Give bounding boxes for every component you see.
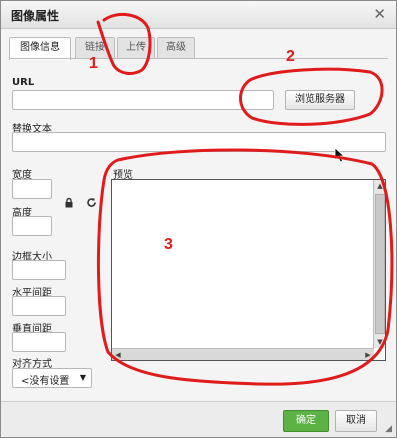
vspace-input[interactable]	[12, 332, 66, 352]
scroll-up-icon[interactable]: ▲	[375, 181, 385, 191]
scroll-left-icon[interactable]: ◀	[113, 350, 123, 360]
scroll-right-icon[interactable]: ▶	[363, 350, 373, 360]
lock-icon[interactable]	[64, 193, 74, 212]
dialog-footer: 确定 取消 ◢	[1, 401, 396, 437]
close-icon[interactable]: ✕	[373, 5, 386, 23]
resize-handle-icon[interactable]: ◢	[385, 424, 392, 434]
reset-size-icon[interactable]	[86, 193, 97, 212]
preview-vertical-scrollbar[interactable]: ▲ ▼	[373, 180, 385, 348]
alt-text-input[interactable]	[12, 132, 386, 152]
height-input[interactable]	[12, 216, 52, 236]
dialog-titlebar[interactable]: 图像属性 ✕	[1, 1, 396, 29]
border-size-input[interactable]	[12, 260, 66, 280]
tab-divider	[9, 58, 388, 59]
annotation-number-2: 2	[286, 48, 295, 65]
dialog-title: 图像属性	[11, 9, 60, 23]
image-properties-dialog: 图像属性 ✕ 图像信息 链接 上传 高级 URL 浏览服务器 替换文本 宽度 高…	[0, 0, 397, 438]
url-label: URL	[12, 77, 35, 88]
align-selected-value: <没有设置	[21, 376, 70, 387]
tab-image-info[interactable]: 图像信息	[9, 37, 71, 60]
hspace-input[interactable]	[12, 296, 66, 316]
mouse-cursor-icon	[334, 147, 346, 167]
preview-horizontal-scrollbar[interactable]: ◀ ▶	[112, 348, 374, 360]
browse-server-button[interactable]: 浏览服务器	[285, 90, 355, 110]
tab-upload[interactable]: 上传	[117, 37, 155, 59]
preview-pane: ▲ ▼ ◀ ▶	[111, 179, 386, 361]
align-select[interactable]: <没有设置 ▼	[12, 368, 92, 388]
annotation-number-3: 3	[164, 236, 173, 253]
url-input[interactable]	[12, 90, 274, 110]
scroll-down-icon[interactable]: ▼	[375, 337, 385, 347]
cancel-button[interactable]: 取消	[335, 410, 377, 432]
tab-advanced[interactable]: 高级	[157, 37, 195, 59]
ok-button[interactable]: 确定	[283, 410, 329, 432]
width-input[interactable]	[12, 179, 52, 199]
scrollbar-thumb[interactable]	[375, 194, 385, 334]
chevron-down-icon: ▼	[79, 373, 86, 382]
annotation-number-1: 1	[89, 55, 98, 72]
